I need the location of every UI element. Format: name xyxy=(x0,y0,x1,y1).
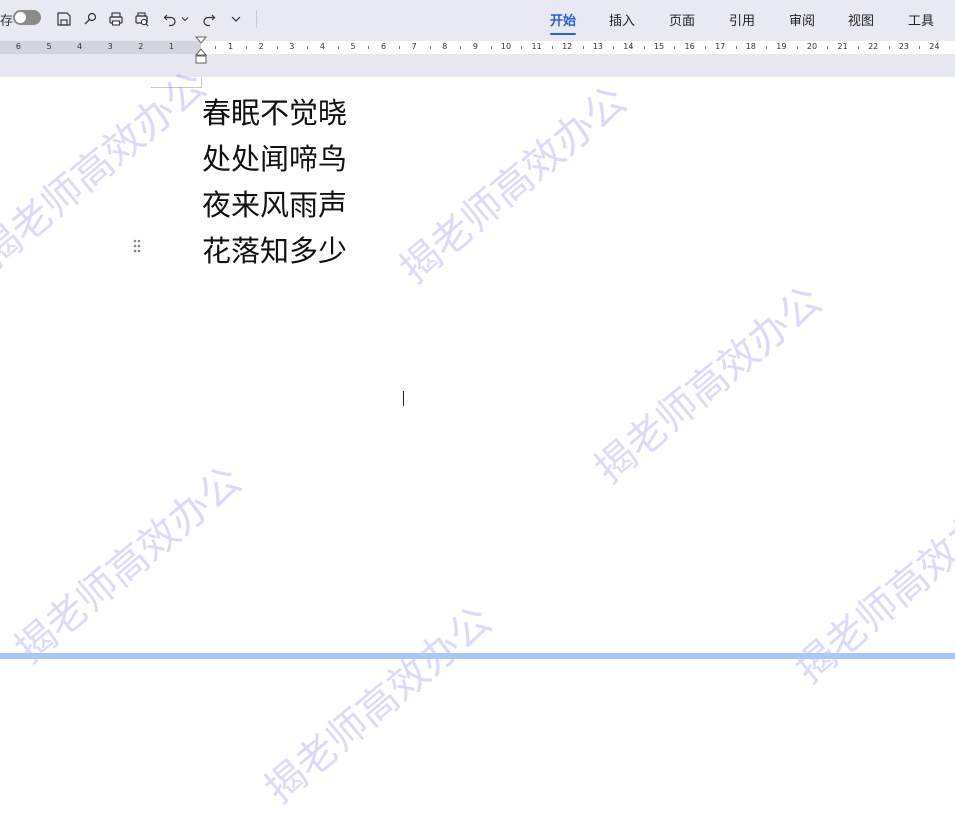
ruler-label: 9 xyxy=(472,42,478,51)
tab-tools[interactable]: 工具 xyxy=(908,10,934,29)
toolbar-divider xyxy=(256,10,257,28)
ruler-label: 19 xyxy=(776,42,787,51)
ruler-label: 8 xyxy=(442,42,448,51)
ruler-label: 1 xyxy=(168,42,174,51)
ruler-tick xyxy=(704,46,706,49)
ruler-tick xyxy=(490,46,492,49)
ruler-tick xyxy=(429,46,431,49)
ruler-label: 12 xyxy=(562,42,573,51)
page-corner-mark xyxy=(151,77,202,88)
status-bar-edge xyxy=(0,653,955,659)
ruler-tick xyxy=(674,46,676,49)
poem-line[interactable]: 春眠不觉晓 xyxy=(202,90,347,136)
horizontal-ruler[interactable]: 6 5 4 3 2 1 1 2 3 4 5 6 7 8 9 10 11 12 13 14 15 16 17 18 19 20 21 2… xyxy=(0,41,955,54)
ruler-tick xyxy=(796,46,798,49)
ruler-tick xyxy=(857,46,859,49)
ruler-tick xyxy=(460,46,462,49)
ruler-tick xyxy=(888,46,890,49)
autosave-toggle[interactable] xyxy=(13,10,41,25)
ruler-label: 17 xyxy=(715,42,726,51)
tab-home[interactable]: 开始 xyxy=(550,10,577,35)
format-painter-icon[interactable] xyxy=(81,9,99,29)
text-cursor xyxy=(403,391,404,406)
watermark-text: 揭老师高效办公 xyxy=(6,457,251,673)
ruler-label: 16 xyxy=(684,42,695,51)
watermark-text: 揭老师高效办公 xyxy=(0,62,216,278)
ruler-tick xyxy=(245,46,247,49)
ruler-label: 5 xyxy=(350,42,356,51)
watermark-text: 揭老师高效办公 xyxy=(391,77,636,293)
tab-review[interactable]: 审阅 xyxy=(789,10,815,29)
indent-marker-icon[interactable] xyxy=(194,36,208,70)
watermark-text: 揭老师高效办公 xyxy=(586,277,831,493)
ruler-tick xyxy=(827,46,829,49)
autosave-label: 存 xyxy=(0,14,14,29)
document-body[interactable]: 春眠不觉晓 处处闻啼鸟 夜来风雨声 花落知多少 xyxy=(202,90,347,274)
ruler-label: 18 xyxy=(745,42,756,51)
poem-line[interactable]: 处处闻啼鸟 xyxy=(202,136,347,182)
tab-references[interactable]: 引用 xyxy=(729,10,755,29)
ruler-label: 15 xyxy=(653,42,665,51)
ruler-label: 23 xyxy=(898,42,909,51)
ruler-label: 20 xyxy=(806,42,818,51)
ruler-tick xyxy=(307,46,309,49)
ruler-label: 6 xyxy=(15,42,21,51)
ruler-tick xyxy=(337,46,339,49)
ruler-tick xyxy=(398,46,400,49)
ruler-label: 21 xyxy=(837,42,848,51)
ruler-label: 2 xyxy=(138,42,144,51)
watermark-text: 揭老师高效办公 xyxy=(256,597,501,813)
ruler-tick xyxy=(613,46,615,49)
ruler-label: 10 xyxy=(500,42,512,51)
ruler-label: 2 xyxy=(258,42,264,51)
watermark-text: 揭老师高效办公 xyxy=(786,477,955,693)
active-tab-indicator xyxy=(550,33,577,35)
ruler-label: 13 xyxy=(592,42,603,51)
ruler-label: 24 xyxy=(929,42,940,51)
ruler-label: 6 xyxy=(381,42,387,51)
save-icon[interactable] xyxy=(55,9,73,29)
poem-line[interactable]: 夜来风雨声 xyxy=(202,182,347,228)
ruler-label: 7 xyxy=(411,42,417,51)
tab-home-label: 开始 xyxy=(550,14,577,29)
ruler-tick xyxy=(215,46,217,49)
paragraph-drag-handle-icon[interactable] xyxy=(132,238,142,257)
ruler-tick xyxy=(766,46,768,49)
ruler-label: 14 xyxy=(623,42,634,51)
ruler-tick xyxy=(368,46,370,49)
more-chevron-down-icon[interactable] xyxy=(228,9,244,29)
ruler-label: 11 xyxy=(531,42,542,51)
tab-view[interactable]: 视图 xyxy=(848,10,874,29)
ruler-label: 1 xyxy=(228,42,234,51)
ruler-label: 22 xyxy=(868,42,879,51)
ruler-label: 3 xyxy=(289,42,295,51)
toolbar: 存 开始 插入 页面 引用 审阅 视图 工具 xyxy=(0,0,955,40)
ruler-tick xyxy=(582,46,584,49)
toggle-knob xyxy=(15,12,26,23)
ruler-label: 3 xyxy=(107,42,113,51)
ruler-tick xyxy=(919,46,921,49)
ruler-tick xyxy=(643,46,645,49)
ruler-label: 4 xyxy=(319,42,325,51)
undo-icon[interactable] xyxy=(161,9,179,29)
ruler-tick xyxy=(735,46,737,49)
ruler-tick xyxy=(521,46,523,49)
print-preview-icon[interactable] xyxy=(133,9,151,29)
undo-dropdown-icon[interactable] xyxy=(180,9,190,29)
poem-line[interactable]: 花落知多少 xyxy=(202,228,347,274)
print-icon[interactable] xyxy=(107,9,125,29)
ruler-tick xyxy=(276,46,278,49)
ruler-tick xyxy=(551,46,553,49)
tab-page[interactable]: 页面 xyxy=(669,10,695,29)
redo-icon[interactable] xyxy=(200,9,218,29)
ruler-label: 5 xyxy=(46,42,52,51)
tab-insert[interactable]: 插入 xyxy=(609,10,635,29)
ruler-label: 4 xyxy=(77,42,83,51)
